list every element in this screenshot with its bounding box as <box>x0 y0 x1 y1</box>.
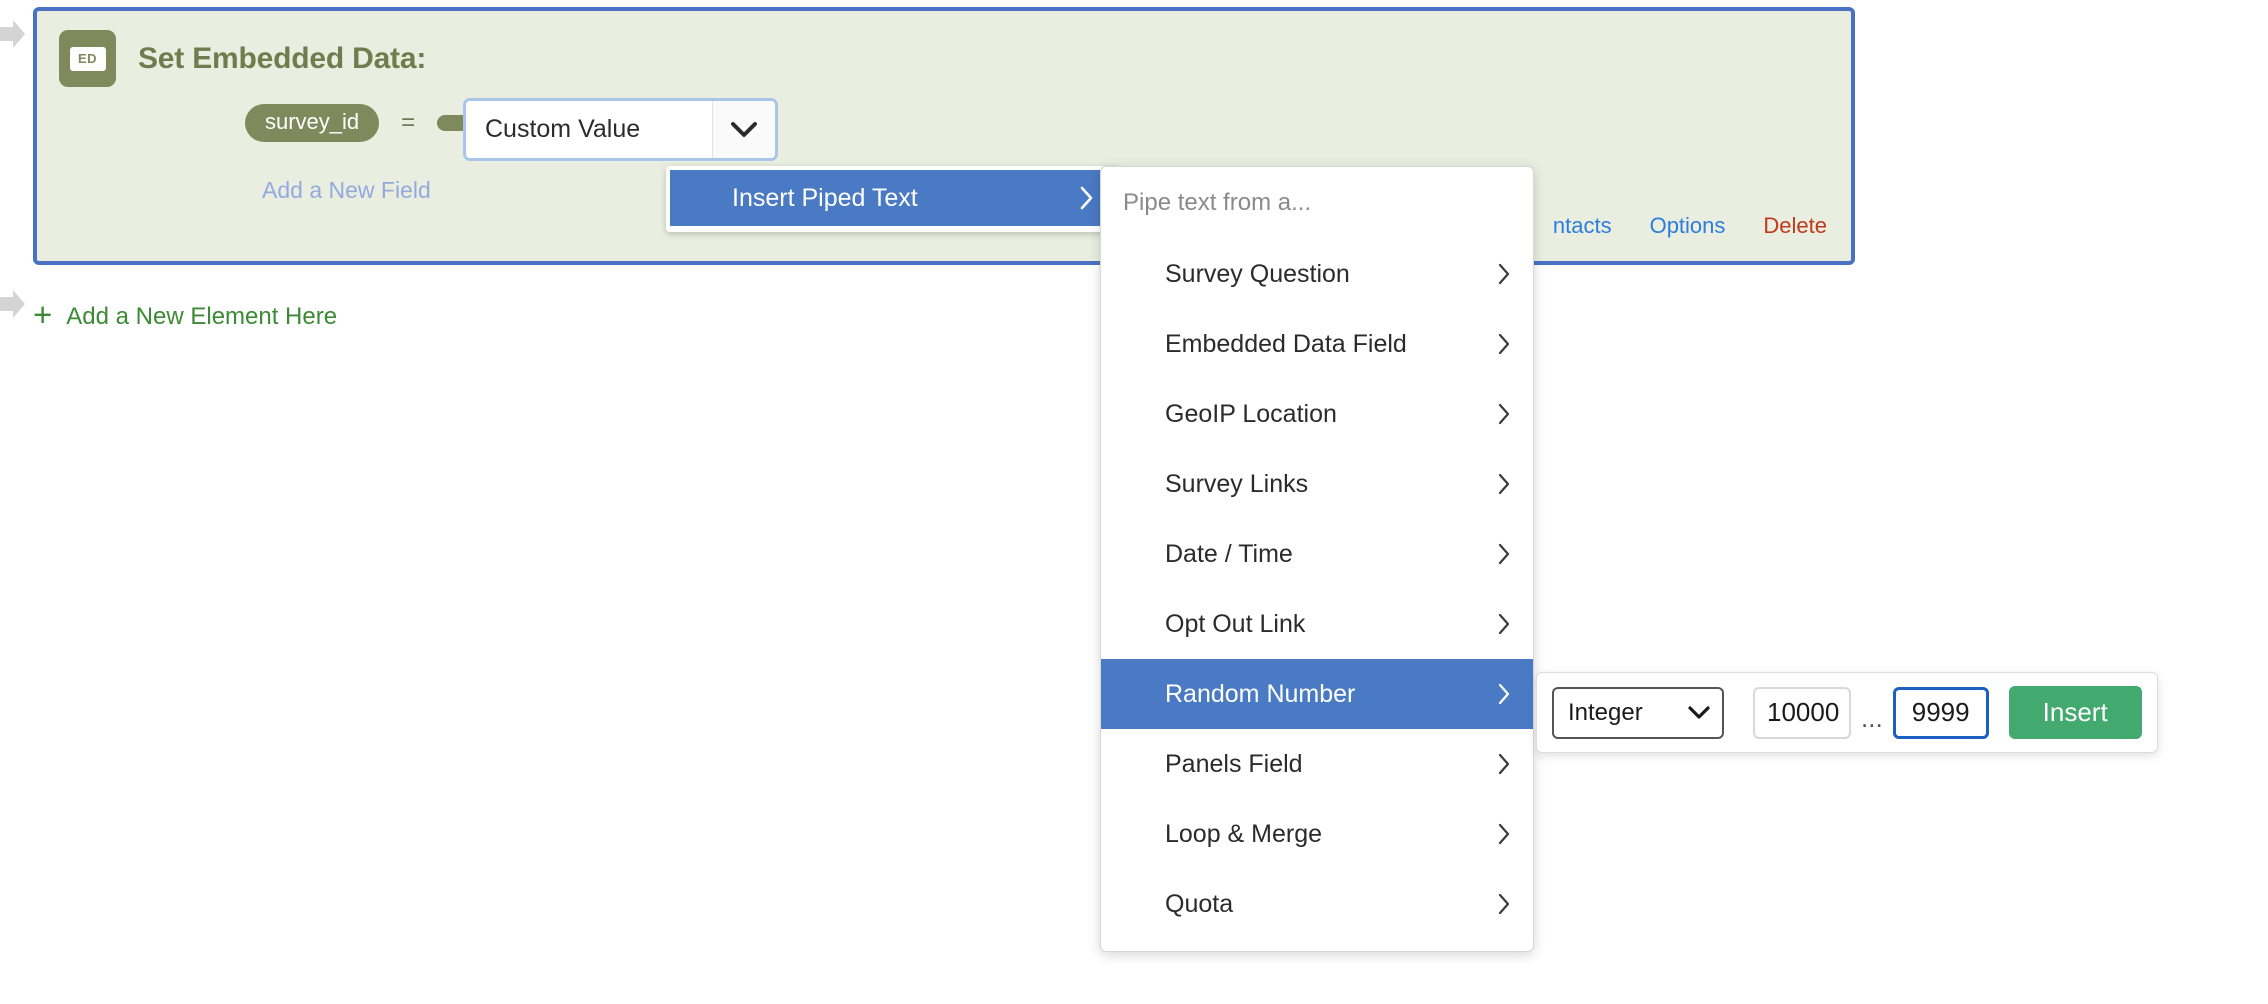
action-delete[interactable]: Delete <box>1763 213 1827 239</box>
chevron-right-icon <box>1498 613 1511 635</box>
page-title: Set Embedded Data: <box>138 41 427 75</box>
embedded-data-field-row: survey_id = <box>245 104 494 142</box>
random-number-min-input[interactable]: 10000 <box>1753 686 1851 739</box>
add-new-element-link[interactable]: + Add a New Element Here <box>33 296 338 333</box>
piped-text-menu: Pipe text from a... Survey Question Embe… <box>1100 166 1534 952</box>
value-type-label[interactable]: Custom Value <box>466 101 712 158</box>
chevron-down-icon <box>1688 699 1710 727</box>
menu-item-label: Opt Out Link <box>1165 609 1306 638</box>
panel-actions: ntacts Options Delete <box>1553 213 1827 239</box>
menu-item-label: Quota <box>1165 889 1234 918</box>
add-new-element-label: Add a New Element Here <box>66 302 338 330</box>
add-a-new-field-link[interactable]: Add a New Field <box>262 177 431 204</box>
menu-item-date-time[interactable]: Date / Time <box>1101 519 1533 589</box>
random-number-type-select[interactable]: Integer <box>1552 686 1724 739</box>
menu-item-loop-and-merge[interactable]: Loop & Merge <box>1101 799 1533 869</box>
menu-item-label: Date / Time <box>1165 539 1293 568</box>
chevron-right-icon <box>1498 753 1511 775</box>
chevron-right-icon <box>1498 823 1511 845</box>
menu-item-label: Panels Field <box>1165 749 1303 778</box>
random-number-submenu: Integer 10000 ... 9999 Insert <box>1536 672 2158 753</box>
menu-item-survey-question[interactable]: Survey Question <box>1101 239 1533 309</box>
menu-item-label: Embedded Data Field <box>1165 329 1407 358</box>
chevron-right-icon <box>1498 333 1511 355</box>
insert-piped-text-popup: Insert Piped Text <box>666 166 1118 232</box>
field-name-pill[interactable]: survey_id <box>245 104 380 142</box>
chevron-right-icon <box>1498 403 1511 425</box>
chevron-down-icon[interactable] <box>712 101 775 158</box>
embedded-data-icon-label: ED <box>69 46 106 71</box>
chevron-right-icon <box>1080 186 1094 210</box>
insert-piped-text-button[interactable]: Insert Piped Text <box>670 170 1114 226</box>
menu-item-label: Loop & Merge <box>1165 819 1323 848</box>
menu-item-label: Survey Links <box>1165 469 1309 498</box>
range-separator: ... <box>1861 703 1883 733</box>
menu-item-embedded-data-field[interactable]: Embedded Data Field <box>1101 309 1533 379</box>
piped-text-menu-header: Pipe text from a... <box>1123 189 1312 216</box>
menu-item-survey-links[interactable]: Survey Links <box>1101 449 1533 519</box>
menu-item-geoip-location[interactable]: GeoIP Location <box>1101 379 1533 449</box>
chevron-right-icon <box>1498 543 1511 565</box>
chevron-right-icon <box>1498 263 1511 285</box>
menu-item-random-number[interactable]: Random Number <box>1101 659 1533 729</box>
action-options[interactable]: Options <box>1650 213 1726 239</box>
chevron-right-icon <box>1498 893 1511 915</box>
random-number-max-input[interactable]: 9999 <box>1892 686 1989 739</box>
menu-item-label: Random Number <box>1165 679 1356 708</box>
panel-header: ED Set Embedded Data: <box>59 30 426 87</box>
action-contacts[interactable]: ntacts <box>1553 213 1612 239</box>
embedded-data-icon: ED <box>59 30 116 87</box>
menu-item-label: GeoIP Location <box>1165 399 1337 428</box>
plus-icon: + <box>33 296 53 333</box>
menu-item-opt-out-link[interactable]: Opt Out Link <box>1101 589 1533 659</box>
menu-item-panels-field[interactable]: Panels Field <box>1101 729 1533 799</box>
menu-item-label: Survey Question <box>1165 259 1350 288</box>
chevron-right-icon <box>1498 473 1511 495</box>
equals-sign: = <box>401 109 416 136</box>
chevron-right-icon <box>1498 683 1511 705</box>
random-number-type-label: Integer <box>1568 698 1643 726</box>
value-type-select-group[interactable]: Custom Value <box>463 98 778 161</box>
menu-item-quota[interactable]: Quota <box>1101 869 1533 939</box>
insert-piped-text-label: Insert Piped Text <box>732 183 918 212</box>
insert-button[interactable]: Insert <box>2008 686 2142 739</box>
piped-text-menu-items: Survey Question Embedded Data Field GeoI… <box>1101 239 1533 939</box>
